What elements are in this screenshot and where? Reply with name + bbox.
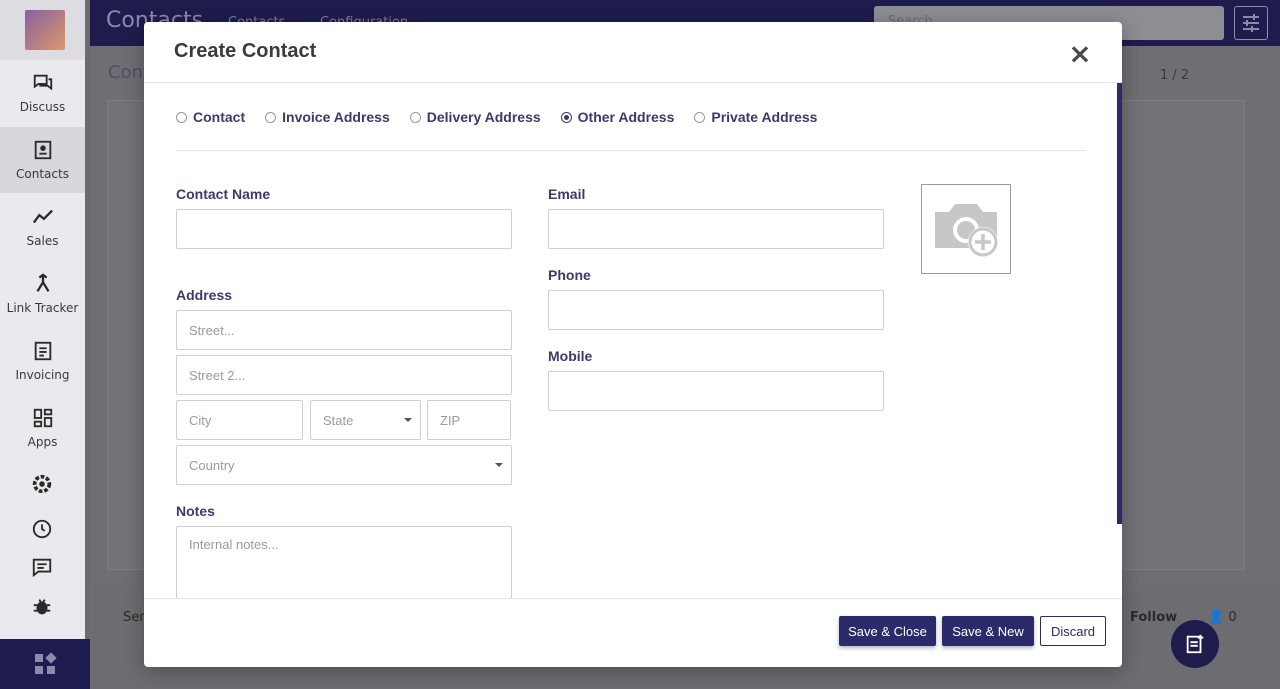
street-input[interactable]: Street... [176,310,512,350]
new-note-fab[interactable] [1171,620,1219,668]
chat-icon [33,74,52,91]
radio-label: Contact [193,109,246,125]
create-contact-dialog: Create Contact × Contact Invoice Address… [144,22,1122,667]
camera-add-icon [935,204,998,257]
radio-contact[interactable]: Contact [176,109,245,125]
sidebar-item-apps[interactable]: Apps [0,395,85,461]
settings-icon[interactable] [31,473,53,495]
modal-header: Create Contact × [144,22,1122,83]
sidebar-item-label: Invoicing [15,368,70,382]
invoice-icon [34,341,51,361]
address-label: Address [176,287,233,303]
country-select[interactable]: Country [176,445,512,485]
email-label: Email [548,186,586,202]
address-type-radio-group: Contact Invoice Address Delivery Address… [176,109,837,125]
clock-icon[interactable] [31,518,53,540]
radio-button[interactable] [176,111,187,123]
state-select[interactable]: State [310,400,421,440]
modal-title: Create Contact [174,40,317,62]
avatar[interactable] [25,10,65,50]
modal-scrollbar[interactable] [1117,83,1122,524]
sidebar-item-label: Sales [26,234,59,248]
radio-label: Invoice Address [282,109,390,125]
sidebar-item-link-tracker[interactable]: Link Tracker [0,261,85,327]
pager: 1 / 2 [1160,68,1190,83]
sidebar-item-label: Link Tracker [6,301,79,315]
notes-textarea[interactable]: Internal notes... [176,526,512,598]
radio-button-checked[interactable] [560,111,572,123]
radio-other-address[interactable]: Other Address [560,109,675,125]
sidebar-item-discuss[interactable]: Discuss [0,60,85,126]
phone-label: Phone [548,267,591,283]
notes-label: Notes [176,503,215,519]
radio-delivery-address[interactable]: Delivery Address [409,109,541,125]
phone-input[interactable] [548,290,884,330]
sidebar-item-invoicing[interactable]: Invoicing [0,328,85,394]
modal-body: Contact Invoice Address Delivery Address… [144,83,1122,598]
zip-input[interactable]: ZIP [427,400,511,440]
radio-label: Delivery Address [426,109,541,125]
bug-icon[interactable] [31,596,53,618]
sidebar-item-label: Discuss [19,100,66,114]
email-input[interactable] [548,209,884,249]
state-select-value: State [323,412,354,428]
contact-image-upload[interactable] [921,184,1011,274]
modal-footer: Save & Close Save & New Discard [144,598,1122,667]
city-input[interactable]: City [176,400,303,440]
sidebar-item-label: Contacts [16,167,69,181]
save-new-button[interactable]: Save & New [942,616,1034,646]
sidebar-item-sales[interactable]: Sales [0,194,85,260]
radio-label: Private Address [711,109,818,125]
contact-name-input[interactable] [176,209,512,249]
mobile-input[interactable] [548,371,884,411]
save-close-button[interactable]: Save & Close [839,616,936,646]
sliders-icon [1243,14,1259,32]
close-button[interactable]: × [1068,40,1092,68]
radio-button[interactable] [694,111,706,123]
app-sidebar: Discuss Contacts Sales Link Tracker Invo… [0,0,90,689]
filter-toggle-button[interactable] [1234,6,1268,40]
mobile-label: Mobile [548,348,593,364]
contact-name-label: Contact Name [176,186,271,202]
follow-button: Follow [1130,610,1178,625]
divider [176,150,1086,151]
apps-icon [33,408,52,428]
radio-button[interactable] [265,111,277,123]
trend-icon [32,209,53,224]
radio-invoice-address[interactable]: Invoice Address [265,109,390,125]
radio-private-address[interactable]: Private Address [694,109,817,125]
radio-button[interactable] [409,111,421,123]
message-icon[interactable] [31,556,53,578]
sidebar-item-label: Apps [27,435,58,449]
home-menu-button[interactable] [0,639,90,689]
street2-input[interactable]: Street 2... [176,355,512,395]
chevron-down-icon [495,463,503,467]
followers-count: 👤 0 [1208,610,1237,625]
contact-card-icon [34,140,51,160]
home-menu-icon [35,652,57,674]
discard-button[interactable]: Discard [1040,616,1106,646]
country-select-value: Country [189,457,235,473]
note-add-icon [1186,634,1204,654]
avatar-container [0,0,85,60]
merge-icon [36,273,49,292]
chevron-down-icon [404,418,412,422]
radio-label: Other Address [577,109,675,125]
sidebar-item-contacts[interactable]: Contacts [0,127,85,193]
